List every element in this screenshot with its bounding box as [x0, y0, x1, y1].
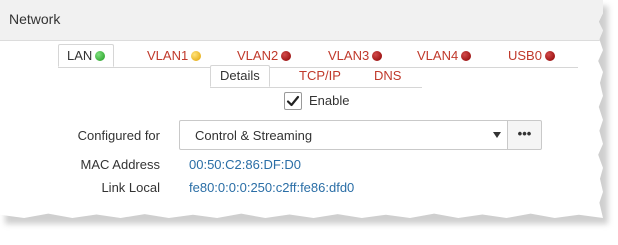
- tab-vlan1[interactable]: VLAN1: [147, 45, 202, 66]
- configured-for-select[interactable]: Control & Streaming: [179, 120, 509, 150]
- mac-address-value: 00:50:C2:86:DF:D0: [189, 157, 302, 172]
- panel-header: Network: [0, 0, 603, 41]
- chevron-down-icon: [493, 132, 501, 138]
- status-red-icon: [461, 51, 472, 61]
- status-red-icon: [281, 51, 292, 61]
- tab-label: VLAN1: [147, 48, 189, 63]
- link-local-label: Link Local: [101, 180, 160, 195]
- interface-tabs: LAN VLAN1 VLAN2 VLAN3 VLAN4 USB0: [58, 44, 578, 68]
- tab-vlan3[interactable]: VLAN3: [328, 45, 383, 66]
- tab-lan[interactable]: LAN: [58, 44, 115, 67]
- link-local-value: fe80:0:0:0:250:c2ff:fe86:dfd0: [189, 180, 355, 195]
- tab-vlan2[interactable]: VLAN2: [237, 45, 292, 66]
- checkmark-icon: [286, 95, 300, 107]
- tab-vlan4[interactable]: VLAN4: [417, 45, 472, 66]
- enable-label: Enable: [309, 93, 350, 108]
- network-panel: Network LAN VLAN1 VLAN2 VLAN3 VLAN4 USB0…: [0, 0, 603, 218]
- status-red-icon: [544, 51, 555, 61]
- tab-label: USB0: [508, 48, 542, 63]
- tab-label: LAN: [67, 48, 93, 63]
- tab-label: VLAN2: [237, 48, 279, 63]
- subtab-tcpip[interactable]: TCP/IP: [299, 66, 341, 86]
- subtab-dns[interactable]: DNS: [374, 66, 401, 86]
- mac-address-label: MAC Address: [80, 157, 160, 172]
- enable-checkbox[interactable]: [284, 92, 302, 110]
- configured-for-value: Control & Streaming: [195, 128, 313, 143]
- tab-usb0[interactable]: USB0: [508, 45, 555, 66]
- status-green-icon: [95, 51, 106, 61]
- tab-label: VLAN3: [328, 48, 370, 63]
- subtab-details[interactable]: Details: [210, 65, 270, 87]
- tab-label: VLAN4: [417, 48, 459, 63]
- status-red-icon: [372, 51, 383, 61]
- status-yellow-icon: [191, 51, 202, 61]
- panel-title: Network: [9, 11, 61, 27]
- more-options-button[interactable]: •••: [507, 120, 542, 150]
- configured-for-label: Configured for: [77, 128, 160, 143]
- detail-subtabs: Details TCP/IP DNS: [210, 65, 422, 88]
